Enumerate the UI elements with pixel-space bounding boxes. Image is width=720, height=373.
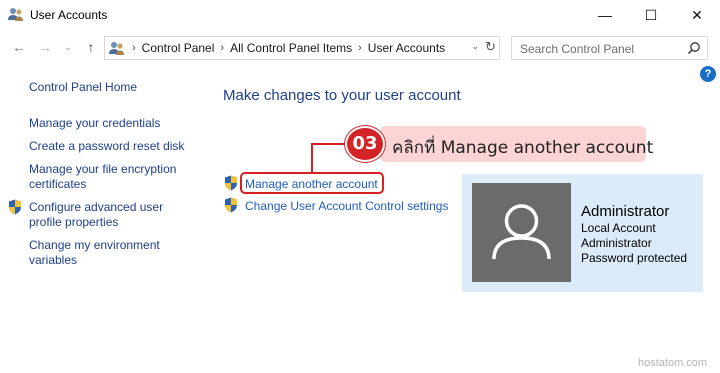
search-icon[interactable]	[687, 41, 701, 55]
help-button[interactable]: ?	[700, 66, 716, 82]
account-type: Local Account	[581, 221, 656, 235]
recent-locations-button[interactable]: ⌄	[60, 36, 76, 58]
search-placeholder[interactable]: Search Control Panel	[520, 42, 634, 56]
manage-credentials-link[interactable]: Manage your credentials	[29, 116, 160, 131]
navigation-bar: ← → ⌄ ↑ › Control Panel › All Control Pa…	[0, 32, 720, 62]
address-bar[interactable]: › Control Panel › All Control Panel Item…	[104, 36, 500, 60]
minimize-button[interactable]: —	[582, 0, 628, 30]
advanced-profile-properties-link[interactable]: Configure advanced user profile properti…	[29, 200, 179, 230]
user-icon	[492, 204, 551, 260]
maximize-button[interactable]: ☐	[628, 0, 674, 30]
control-panel-home-link[interactable]: Control Panel Home	[29, 80, 137, 95]
highlight-box	[240, 172, 384, 194]
page-title: Make changes to your user account	[223, 87, 461, 104]
callout-text: คลิกที่ Manage another account	[392, 138, 654, 158]
watermark: hostatom.com	[638, 357, 708, 369]
account-password-status: Password protected	[581, 251, 688, 265]
file-encryption-link[interactable]: Manage your file encryption certificates	[29, 162, 189, 192]
avatar	[472, 183, 571, 282]
breadcrumb-separator: ›	[132, 42, 136, 54]
breadcrumb-user-accounts[interactable]: User Accounts	[368, 41, 445, 55]
shield-icon	[9, 199, 21, 215]
back-button[interactable]: ←	[8, 36, 30, 58]
shield-icon	[225, 175, 237, 191]
breadcrumb-control-panel[interactable]: Control Panel	[142, 41, 215, 55]
title-bar: User Accounts — ☐ ✕	[0, 0, 720, 30]
breadcrumb-all-items[interactable]: All Control Panel Items	[230, 41, 352, 55]
address-dropdown-button[interactable]: ⌄	[471, 41, 479, 52]
forward-button[interactable]: →	[34, 36, 56, 58]
step-badge: 03	[345, 126, 385, 162]
close-button[interactable]: ✕	[674, 0, 720, 30]
window-title: User Accounts	[30, 8, 108, 22]
refresh-button[interactable]: ↻	[485, 39, 496, 55]
breadcrumb-separator[interactable]: ›	[220, 42, 224, 54]
search-box[interactable]: Search Control Panel	[511, 36, 708, 60]
account-role: Administrator	[581, 236, 652, 250]
user-accounts-icon	[109, 42, 124, 55]
callout-connector	[311, 143, 313, 173]
breadcrumb-separator[interactable]: ›	[358, 42, 362, 54]
account-name: Administrator	[581, 203, 670, 220]
change-uac-settings-link[interactable]: Change User Account Control settings	[245, 199, 448, 213]
environment-variables-link[interactable]: Change my environment variables	[29, 238, 179, 268]
password-reset-disk-link[interactable]: Create a password reset disk	[29, 139, 184, 154]
shield-icon	[225, 197, 237, 213]
user-accounts-icon	[8, 8, 23, 21]
up-button[interactable]: ↑	[80, 36, 102, 58]
